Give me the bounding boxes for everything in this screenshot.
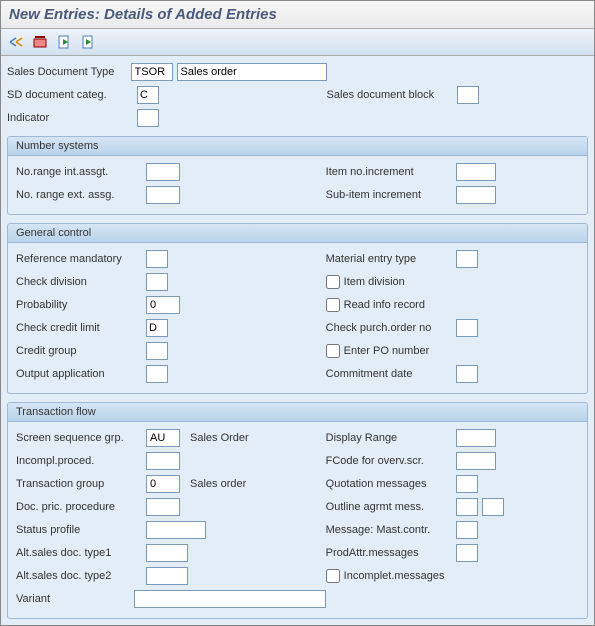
sap-window: New Entries: Details of Added Entries Sa… bbox=[0, 0, 595, 626]
range-ext-input[interactable] bbox=[146, 186, 180, 204]
quotation-msg-label: Quotation messages bbox=[326, 478, 456, 490]
item-division-label: Item division bbox=[344, 276, 405, 288]
page-title: New Entries: Details of Added Entries bbox=[9, 6, 586, 23]
status-profile-input[interactable] bbox=[146, 521, 206, 539]
prodattr-input[interactable] bbox=[456, 544, 478, 562]
general-control-group: General control Reference mandatory Mate… bbox=[7, 223, 588, 394]
display-range-label: Display Range bbox=[326, 432, 456, 444]
next-entry-icon[interactable] bbox=[79, 33, 97, 51]
status-profile-label: Status profile bbox=[16, 524, 146, 536]
check-credit-label: Check credit limit bbox=[16, 322, 146, 334]
screen-seq-desc: Sales Order bbox=[190, 432, 249, 444]
sub-item-inc-input[interactable] bbox=[456, 186, 496, 204]
number-systems-header: Number systems bbox=[8, 137, 587, 156]
item-division-checkbox[interactable] bbox=[326, 275, 340, 289]
trans-group-input[interactable] bbox=[146, 475, 180, 493]
incomplet-label: Incomplet.messages bbox=[344, 570, 445, 582]
delete-icon[interactable] bbox=[31, 33, 49, 51]
material-entry-label: Material entry type bbox=[326, 253, 456, 265]
toolbar bbox=[1, 29, 594, 56]
message-mast-label: Message: Mast.contr. bbox=[326, 524, 456, 536]
indicator-input[interactable] bbox=[137, 109, 159, 127]
check-po-label: Check purch.order no bbox=[326, 322, 456, 334]
screen-seq-input[interactable] bbox=[146, 429, 180, 447]
sales-doc-type-label: Sales Document Type bbox=[7, 66, 131, 78]
probability-input[interactable] bbox=[146, 296, 180, 314]
probability-label: Probability bbox=[16, 299, 146, 311]
commitment-label: Commitment date bbox=[326, 368, 456, 380]
item-inc-input[interactable] bbox=[456, 163, 496, 181]
variant-input[interactable] bbox=[134, 590, 325, 608]
alt-sales2-input[interactable] bbox=[146, 567, 188, 585]
output-app-input[interactable] bbox=[146, 365, 168, 383]
number-systems-group: Number systems No.range int.assgt. Item … bbox=[7, 136, 588, 215]
read-info-label: Read info record bbox=[344, 299, 425, 311]
doc-pric-input[interactable] bbox=[146, 498, 180, 516]
alt-sales2-label: Alt.sales doc. type2 bbox=[16, 570, 146, 582]
variant-label: Variant bbox=[16, 593, 134, 605]
outline-agr-input[interactable] bbox=[456, 498, 478, 516]
check-division-input[interactable] bbox=[146, 273, 168, 291]
fcode-label: FCode for overv.scr. bbox=[326, 455, 456, 467]
toggle-icon[interactable] bbox=[7, 33, 25, 51]
incomplet-checkbox[interactable] bbox=[326, 569, 340, 583]
sales-doc-block-label: Sales document block bbox=[327, 89, 457, 101]
incompl-proc-label: Incompl.proced. bbox=[16, 455, 146, 467]
check-credit-input[interactable] bbox=[146, 319, 168, 337]
sales-doc-type-desc[interactable] bbox=[177, 63, 327, 81]
message-mast-input[interactable] bbox=[456, 521, 478, 539]
sd-doc-categ-label: SD document categ. bbox=[7, 89, 137, 101]
range-int-label: No.range int.assgt. bbox=[16, 166, 146, 178]
alt-sales1-input[interactable] bbox=[146, 544, 188, 562]
indicator-label: Indicator bbox=[7, 112, 137, 124]
previous-entry-icon[interactable] bbox=[55, 33, 73, 51]
range-int-input[interactable] bbox=[146, 163, 180, 181]
screen-seq-label: Screen sequence grp. bbox=[16, 432, 146, 444]
outline-agr-input-2[interactable] bbox=[482, 498, 504, 516]
display-range-input[interactable] bbox=[456, 429, 496, 447]
content-area: Sales Document Type SD document categ. S… bbox=[1, 56, 594, 625]
quotation-msg-input[interactable] bbox=[456, 475, 478, 493]
read-info-checkbox[interactable] bbox=[326, 298, 340, 312]
general-control-header: General control bbox=[8, 224, 587, 243]
sub-item-inc-label: Sub-item increment bbox=[326, 189, 456, 201]
doc-pric-label: Doc. pric. procedure bbox=[16, 501, 146, 513]
trans-group-desc: Sales order bbox=[190, 478, 246, 490]
ref-mandatory-label: Reference mandatory bbox=[16, 253, 146, 265]
alt-sales1-label: Alt.sales doc. type1 bbox=[16, 547, 146, 559]
enter-po-checkbox[interactable] bbox=[326, 344, 340, 358]
enter-po-label: Enter PO number bbox=[344, 345, 430, 357]
material-entry-input[interactable] bbox=[456, 250, 478, 268]
fcode-input[interactable] bbox=[456, 452, 496, 470]
trans-group-label: Transaction group bbox=[16, 478, 146, 490]
transaction-flow-header: Transaction flow bbox=[8, 403, 587, 422]
ref-mandatory-input[interactable] bbox=[146, 250, 168, 268]
credit-group-label: Credit group bbox=[16, 345, 146, 357]
transaction-flow-group: Transaction flow Screen sequence grp. Sa… bbox=[7, 402, 588, 619]
incompl-proc-input[interactable] bbox=[146, 452, 180, 470]
sales-doc-block-input[interactable] bbox=[457, 86, 479, 104]
sd-doc-categ-input[interactable] bbox=[137, 86, 159, 104]
commitment-input[interactable] bbox=[456, 365, 478, 383]
check-division-label: Check division bbox=[16, 276, 146, 288]
prodattr-label: ProdAttr.messages bbox=[326, 547, 456, 559]
output-app-label: Output application bbox=[16, 368, 146, 380]
outline-agr-label: Outline agrmt mess. bbox=[326, 501, 456, 513]
credit-group-input[interactable] bbox=[146, 342, 168, 360]
check-po-input[interactable] bbox=[456, 319, 478, 337]
sales-doc-type-input[interactable] bbox=[131, 63, 173, 81]
range-ext-label: No. range ext. assg. bbox=[16, 189, 146, 201]
title-bar: New Entries: Details of Added Entries bbox=[1, 1, 594, 29]
item-inc-label: Item no.increment bbox=[326, 166, 456, 178]
